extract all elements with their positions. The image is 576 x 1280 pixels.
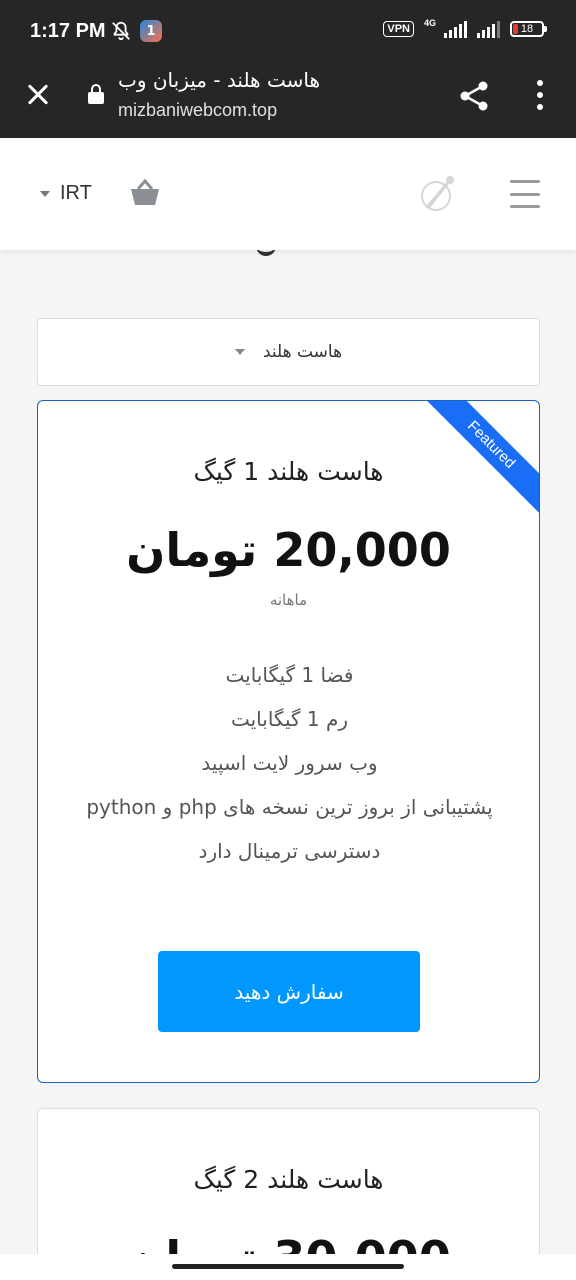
status-bar: 1:17 PM 1 VPN 4G 18 [0, 0, 576, 64]
gesture-handle[interactable] [172, 1264, 404, 1269]
site-header: IRT [0, 138, 576, 250]
site-logo[interactable] [414, 170, 462, 218]
network-type: 4G [423, 18, 436, 28]
order-button[interactable]: سفارش دهید [158, 951, 420, 1032]
plan-name: هاست هلند 2 گیگ [193, 1165, 384, 1194]
battery-level: 18 [520, 23, 534, 35]
feature-item: پشتیبانی از بروز ترین نسخه های php و pyt… [86, 795, 493, 819]
currency-label: IRT [60, 182, 92, 204]
share-icon[interactable] [458, 80, 490, 112]
lock-icon[interactable] [88, 84, 104, 104]
plan-price: 20,000 تومان [126, 523, 451, 577]
feature-item: دسترسی ترمینال دارد [198, 839, 381, 863]
page-url[interactable]: mizbaniwebcom.top [118, 100, 277, 121]
status-right-icons: VPN 4G 18 [383, 18, 547, 38]
feature-item: وب سرور لایت اسپید [201, 751, 378, 775]
signal-strength-icon [444, 20, 467, 38]
feature-list: فضا 1 گیگابایت رم 1 گیگابایت وب سرور لای… [78, 653, 501, 873]
feature-item: فضا 1 گیگابایت [225, 663, 354, 687]
plan-card: Featured هاست هلند 1 گیگ 20,000 تومان ما… [37, 400, 540, 1083]
status-time: 1:17 PM [30, 20, 106, 42]
chevron-down-icon [40, 190, 50, 197]
vpn-icon: VPN [383, 21, 414, 37]
plan-name: هاست هلند 1 گیگ [193, 457, 384, 486]
bell-off-icon [112, 21, 130, 41]
close-icon[interactable] [22, 80, 52, 110]
currency-selector[interactable]: IRT [40, 182, 92, 205]
battery-icon: 18 [510, 21, 547, 37]
chevron-down-icon [234, 349, 245, 355]
signal-strength-icon-2 [477, 20, 500, 38]
product-group-label: هاست هلند [262, 342, 343, 362]
app-notification-icon: 1 [140, 20, 162, 42]
product-group-select[interactable]: هاست هلند [37, 318, 540, 386]
browser-toolbar: هاست هلند - میزبان وب mizbaniwebcom.top [0, 64, 576, 138]
status-left-icons: 1 [110, 20, 162, 42]
billing-cycle: ماهانه [269, 591, 308, 609]
more-options-icon[interactable] [534, 80, 546, 110]
cart-icon[interactable] [128, 178, 162, 208]
feature-item: رم 1 گیگابایت [230, 707, 349, 731]
page-title: هاست هلند - میزبان وب [118, 68, 321, 92]
hamburger-menu-icon[interactable] [510, 180, 540, 208]
